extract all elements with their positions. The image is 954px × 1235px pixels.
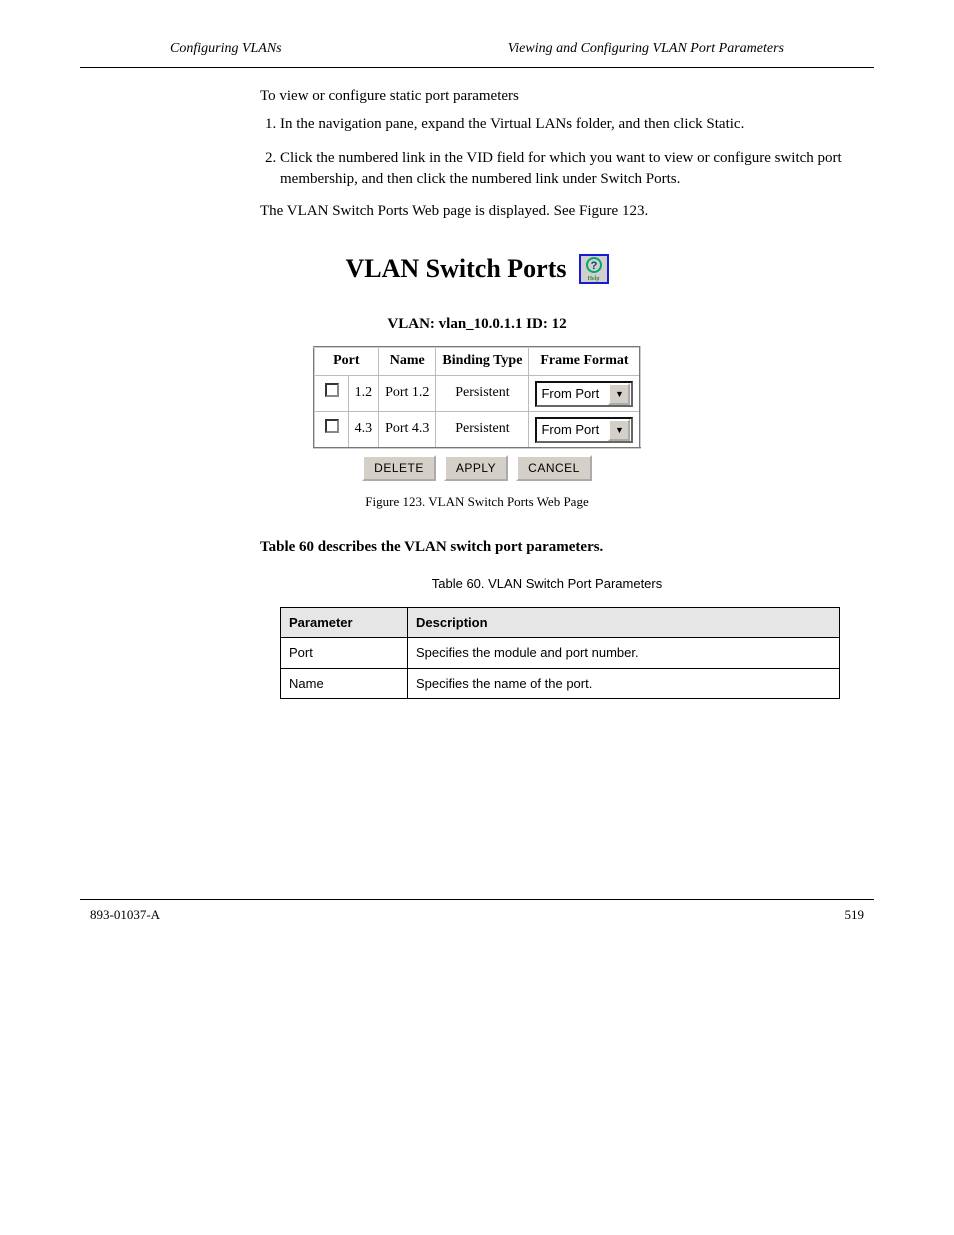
row-checkbox[interactable] (325, 419, 339, 433)
chevron-down-icon[interactable]: ▼ (608, 383, 630, 405)
delete-button[interactable]: DELETE (362, 455, 436, 481)
page-footer: 893-01037-A 519 (80, 899, 874, 954)
table-row: Name Specifies the name of the port. (281, 668, 840, 699)
cell-binding: Persistent (436, 376, 529, 412)
footer-left: 893-01037-A (90, 906, 160, 924)
header-left: Configuring VLANs (170, 40, 282, 59)
th-parameter: Parameter (281, 607, 408, 638)
th-port: Port (314, 347, 379, 375)
cell-desc: Specifies the name of the port. (408, 668, 840, 699)
step-2-text: Click the numbered link in the VID field… (280, 150, 842, 186)
th-name: Name (379, 347, 436, 375)
button-row: DELETE APPLY CANCEL (262, 455, 692, 481)
figure-vlan-switch-ports: VLAN Switch Ports ? Help VLAN: vlan_10.0… (262, 251, 692, 481)
cancel-button[interactable]: CANCEL (516, 455, 592, 481)
help-icon[interactable]: ? Help (579, 254, 609, 284)
svg-text:?: ? (590, 260, 597, 272)
cell-port: 1.2 (348, 376, 379, 412)
figure-caption: Figure 123. VLAN Switch Ports Web Page (80, 493, 874, 511)
figure-subtitle: VLAN: vlan_10.0.1.1 ID: 12 (262, 314, 692, 334)
step-1-text: In the navigation pane, expand the Virtu… (280, 116, 744, 132)
cell-name: Port 4.3 (379, 412, 436, 448)
cell-desc: Specifies the module and port number. (408, 638, 840, 669)
intro-line: To view or configure static port paramet… (80, 86, 874, 106)
th-frame: Frame Format (529, 347, 641, 375)
th-binding: Binding Type (436, 347, 529, 375)
step-1: In the navigation pane, expand the Virtu… (280, 114, 874, 134)
cell-param: Port (281, 638, 408, 669)
header-right: Viewing and Configuring VLAN Port Parame… (508, 40, 784, 59)
ports-table-header-row: Port Name Binding Type Frame Format (314, 347, 641, 375)
table-row: 4.3 Port 4.3 Persistent From Port ▼ (314, 412, 641, 448)
param-table-title: Table 60. VLAN Switch Port Parameters (220, 575, 874, 593)
frame-format-select[interactable]: From Port ▼ (535, 381, 633, 407)
param-table: Parameter Description Port Specifies the… (280, 607, 840, 700)
select-value: From Port (537, 385, 607, 403)
cell-binding: Persistent (436, 412, 529, 448)
frame-format-select[interactable]: From Port ▼ (535, 417, 633, 443)
page-header: Configuring VLANs Viewing and Configurin… (80, 0, 874, 68)
section-sub: Table 60 describes the VLAN switch port … (80, 537, 874, 557)
apply-button[interactable]: APPLY (444, 455, 508, 481)
figure-title: VLAN Switch Ports (346, 251, 567, 286)
intro-after: The VLAN Switch Ports Web page is displa… (80, 201, 874, 221)
param-table-header-row: Parameter Description (281, 607, 840, 638)
chevron-down-icon[interactable]: ▼ (608, 419, 630, 441)
select-value: From Port (537, 421, 607, 439)
cell-name: Port 1.2 (379, 376, 436, 412)
table-row: 1.2 Port 1.2 Persistent From Port ▼ (314, 376, 641, 412)
page-content: To view or configure static port paramet… (0, 68, 954, 699)
ports-table: Port Name Binding Type Frame Format 1.2 … (313, 346, 642, 449)
row-checkbox[interactable] (325, 383, 339, 397)
cell-param: Name (281, 668, 408, 699)
cell-port: 4.3 (348, 412, 379, 448)
step-2: Click the numbered link in the VID field… (280, 148, 874, 189)
footer-right: 519 (845, 906, 865, 924)
table-row: Port Specifies the module and port numbe… (281, 638, 840, 669)
th-description: Description (408, 607, 840, 638)
